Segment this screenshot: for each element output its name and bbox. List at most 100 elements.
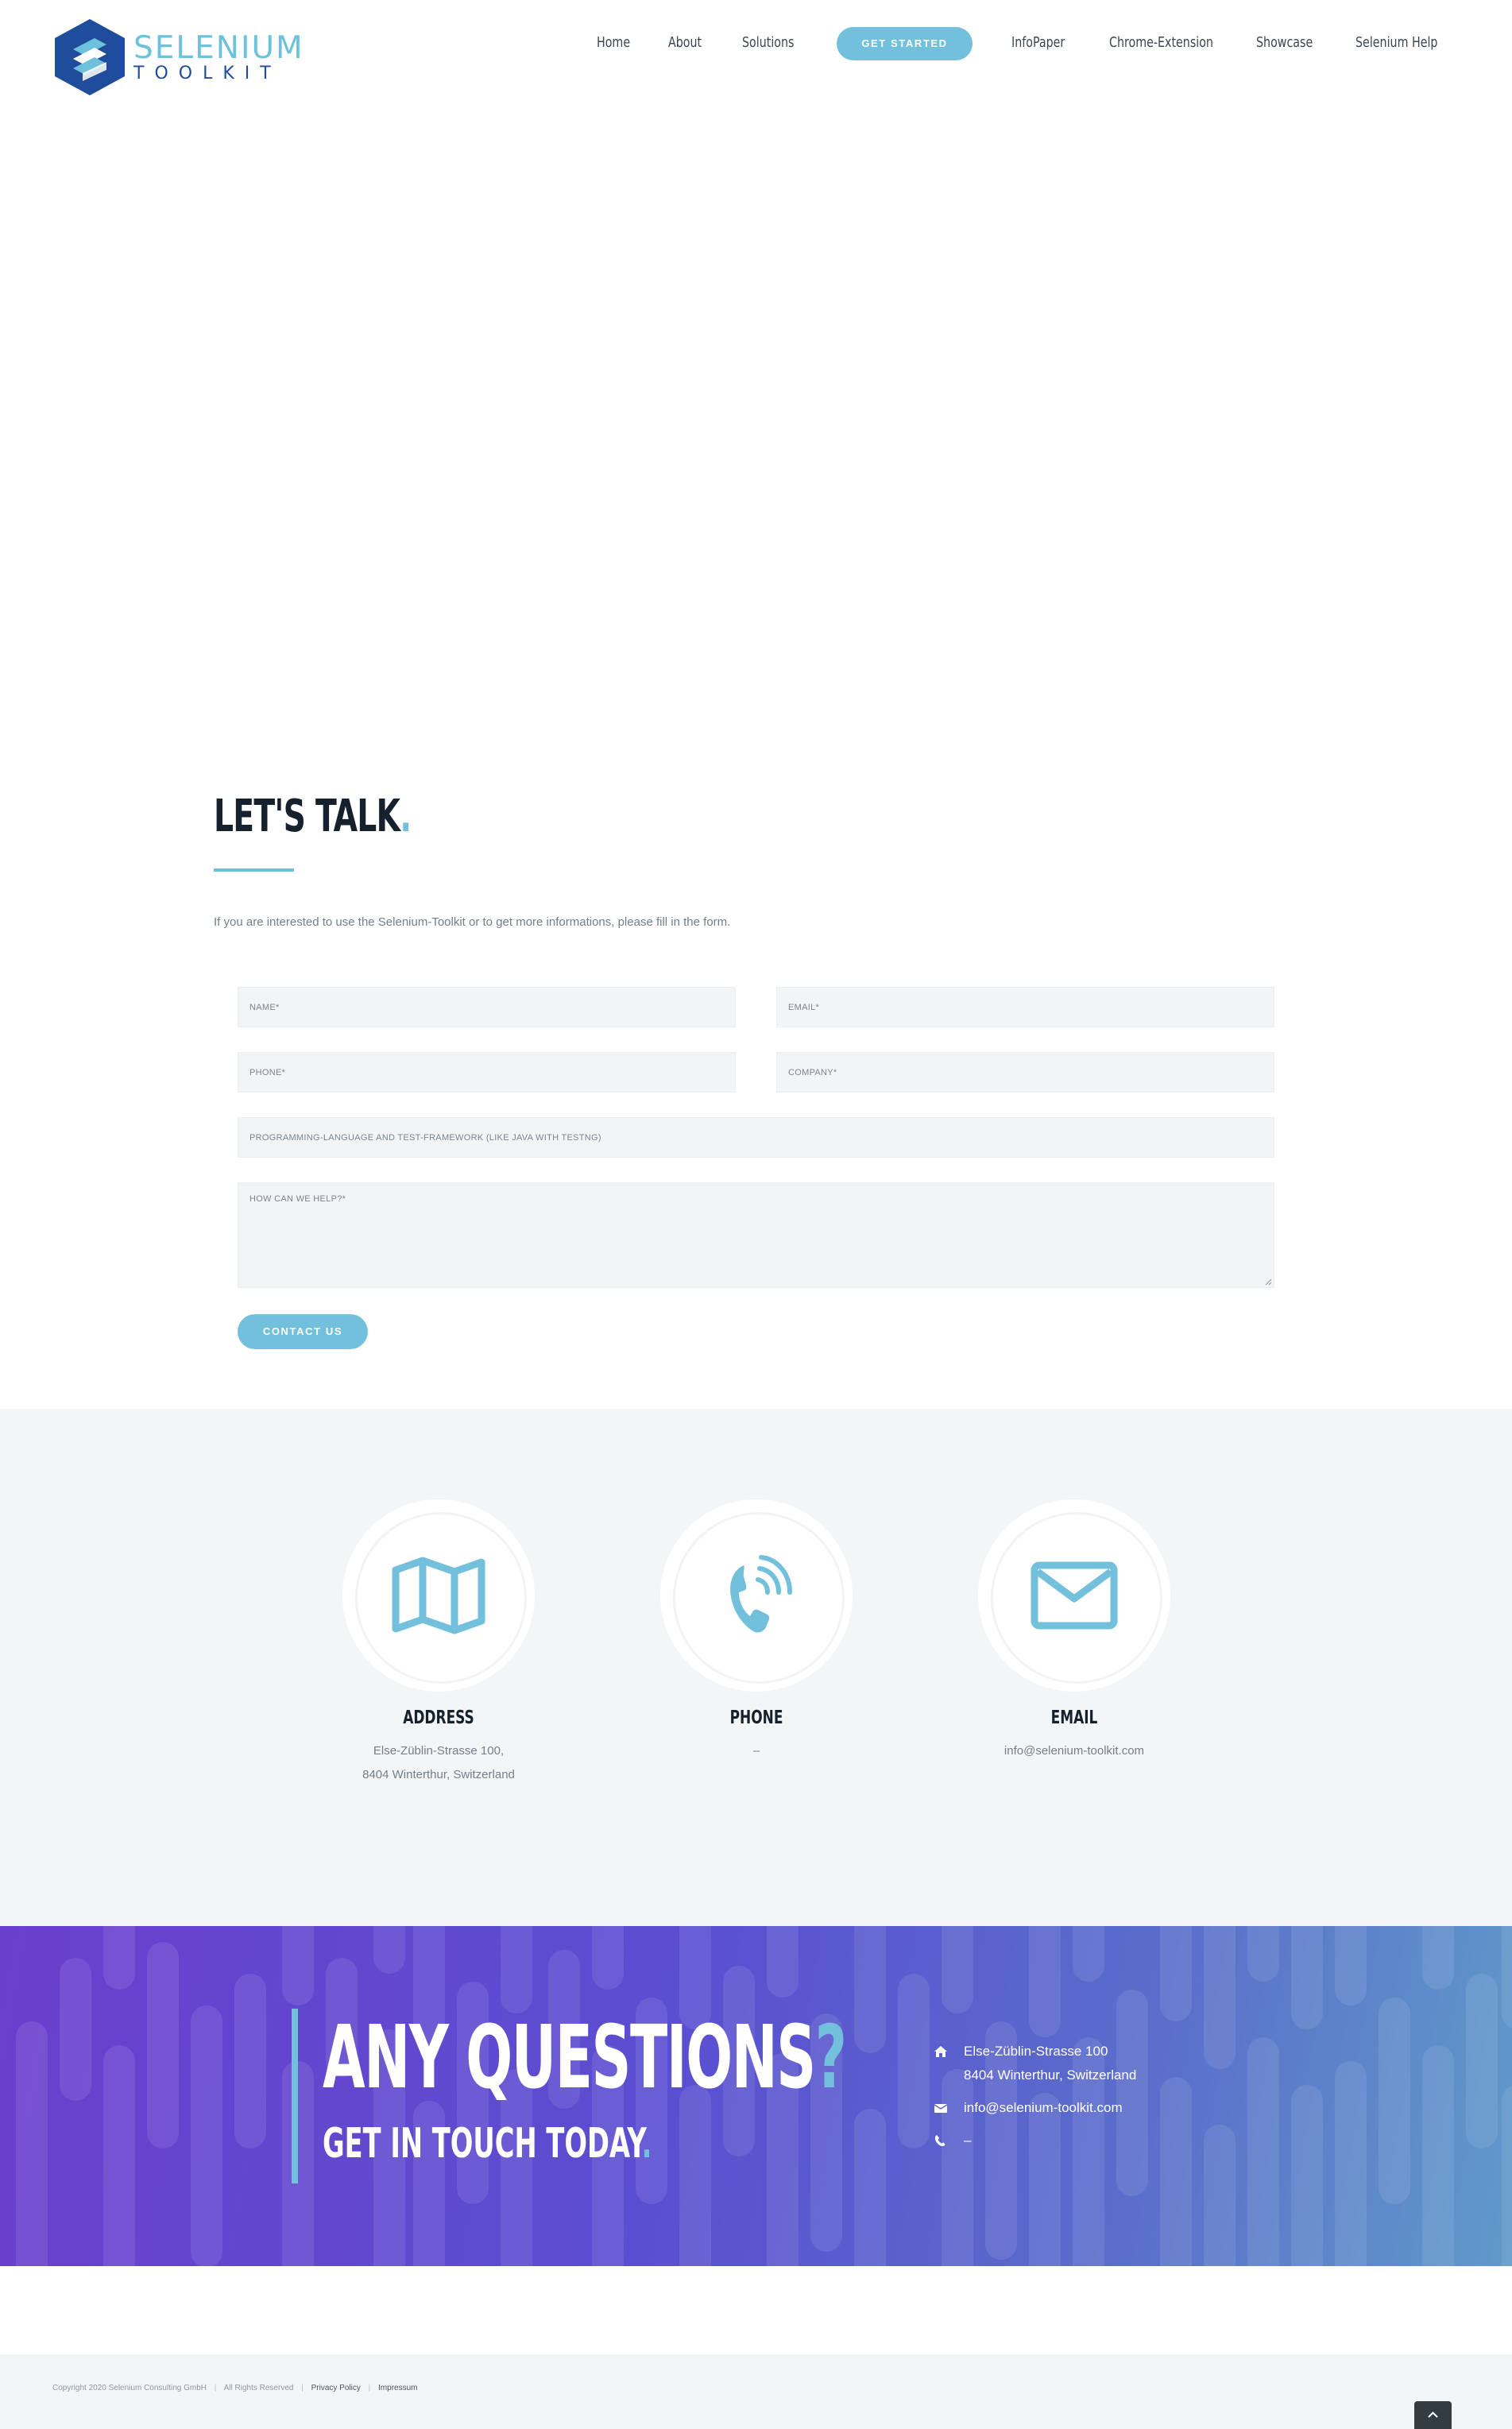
email-icon-circle (978, 1499, 1170, 1692)
banner-email-link[interactable]: info@selenium-toolkit.com (964, 2096, 1123, 2123)
email-value[interactable]: info@selenium-toolkit.com (915, 1739, 1233, 1763)
banner-pill-decoration (16, 2021, 48, 2266)
banner-pill-decoration (234, 1974, 266, 2149)
banner-pill-decoration (1335, 2061, 1367, 2266)
banner-pill-decoration (854, 1926, 886, 2053)
banner-pill-decoration (1502, 2086, 1512, 2266)
chevron-up-icon (1428, 2412, 1438, 2418)
nav-item-infopaper[interactable]: InfoPaper (1011, 27, 1065, 59)
heading-underline (214, 868, 294, 872)
phone-icon (730, 1555, 792, 1633)
phone-icon-circle (660, 1499, 853, 1692)
address-heading: ADDRESS (403, 1708, 474, 1728)
message-placeholder: HOW CAN WE HELP?* (249, 1194, 346, 1204)
nav-item-home[interactable]: Home (597, 27, 630, 59)
banner-pill-decoration (1073, 1926, 1104, 1982)
banner-phone-value: – (964, 2133, 972, 2148)
phone-placeholder: PHONE* (249, 1068, 286, 1077)
footer-copyright-line: Copyright 2020 Selenium Consulting GmbH … (52, 2384, 417, 2392)
envelope-small-icon (934, 2104, 948, 2113)
home-icon (934, 2046, 947, 2057)
banner-phone: – (934, 2129, 971, 2156)
banner-pill-decoration (898, 1974, 930, 2149)
banner-email: info@selenium-toolkit.com (934, 2096, 1123, 2123)
banner-pill-decoration (1160, 2077, 1192, 2266)
phone-block: PHONE – (597, 1499, 915, 1763)
address-line-2: 8404 Winterthur, Switzerland (362, 1768, 515, 1781)
banner-pill-decoration (1247, 2037, 1279, 2266)
copyright-text: Copyright 2020 Selenium Consulting GmbH (52, 2384, 207, 2392)
banner-pill-decoration (147, 1942, 179, 2149)
banner-pill-decoration (103, 2045, 135, 2266)
name-field[interactable]: NAME* (238, 987, 736, 1027)
heading-accent-dot: . (400, 791, 412, 842)
banner-pill-decoration (191, 2005, 222, 2266)
email-field[interactable]: EMAIL* (776, 987, 1274, 1027)
question-mark-accent: ? (814, 2006, 847, 2108)
banner-pill-decoration (1291, 1926, 1323, 2029)
banner-address-line-2: 8404 Winterthur, Switzerland (964, 2067, 1137, 2083)
message-textarea[interactable]: HOW CAN WE HELP?* (238, 1182, 1274, 1288)
get-in-touch-subheading: GET IN TOUCH TODAY. (323, 2123, 652, 2164)
banner-pill-decoration (1204, 1926, 1236, 2069)
address-block: ADDRESS Else-Züblin-Strasse 100, 8404 Wi… (280, 1499, 597, 1787)
nav-item-showcase[interactable]: Showcase (1256, 27, 1313, 59)
logo-word-toolkit: TOOLKIT (133, 63, 281, 83)
nav-item-chrome-extension[interactable]: Chrome-Extension (1109, 27, 1213, 59)
phone-heading: PHONE (729, 1708, 783, 1728)
banner-pill-decoration (679, 2085, 711, 2266)
email-placeholder: EMAIL* (788, 1003, 820, 1012)
language-placeholder: PROGRAMMING-LANGUAGE AND TEST-FRAMEWORK … (249, 1133, 601, 1143)
company-placeholder: COMPANY* (788, 1068, 837, 1077)
banner-pill-decoration (282, 2061, 314, 2266)
banner-pill-decoration (60, 1958, 91, 2101)
questions-banner: ANY QUESTIONS? GET IN TOUCH TODAY. Else-… (0, 1926, 1512, 2266)
company-field[interactable]: COMPANY* (776, 1052, 1274, 1093)
address-line-1: Else-Züblin-Strasse 100, (373, 1744, 505, 1758)
banner-accent-bar (292, 2009, 298, 2183)
site-footer: Copyright 2020 Selenium Consulting GmbH … (0, 2354, 1512, 2429)
nav-item-solutions[interactable]: Solutions (742, 27, 794, 59)
nav-item-about[interactable]: About (668, 27, 702, 59)
contact-intro: If you are interested to use the Seleniu… (214, 915, 731, 929)
get-in-touch-text: GET IN TOUCH TODAY (323, 2120, 642, 2168)
address-icon-circle (342, 1499, 535, 1692)
banner-pill-decoration (592, 1926, 624, 1990)
banner-pill-decoration (1502, 1926, 1512, 2029)
banner-pill-decoration (1422, 1926, 1454, 1990)
rights-text: All Rights Reserved (223, 2384, 294, 2392)
banner-pill-decoration (282, 1926, 314, 2005)
banner-pill-decoration (1335, 1926, 1367, 2005)
banner-pill-decoration (854, 2109, 886, 2266)
banner-pill-decoration (103, 1926, 135, 1990)
map-icon (392, 1557, 485, 1634)
get-started-button[interactable]: GET STARTED (837, 27, 973, 60)
footer-separator: | (301, 2384, 304, 2392)
language-framework-field[interactable]: PROGRAMMING-LANGUAGE AND TEST-FRAMEWORK … (238, 1117, 1274, 1158)
phone-value: – (752, 1744, 760, 1758)
banner-pill-decoration (1116, 1990, 1148, 2196)
banner-pill-decoration (1247, 1926, 1279, 1982)
banner-pill-decoration (501, 1926, 532, 2013)
banner-pill-decoration (1204, 2125, 1236, 2266)
site-header: SELENIUM TOOLKIT Home About Solutions GE… (0, 0, 1512, 95)
scroll-to-top-button[interactable] (1414, 2401, 1452, 2429)
banner-pill-decoration (1466, 1974, 1498, 2149)
nav-item-selenium-help[interactable]: Selenium Help (1355, 27, 1437, 59)
envelope-icon (1031, 1561, 1118, 1630)
email-heading: EMAIL (1050, 1708, 1098, 1728)
any-questions-heading: ANY QUESTIONS? (323, 2013, 847, 2101)
privacy-policy-link[interactable]: Privacy Policy (311, 2384, 361, 2392)
subheading-accent-dot: . (641, 2120, 652, 2168)
banner-pill-decoration (1422, 2045, 1454, 2266)
phone-field[interactable]: PHONE* (238, 1052, 736, 1093)
resize-handle-icon[interactable] (1264, 1278, 1272, 1286)
main-nav: Home About Solutions GET STARTED InfoPap… (0, 27, 1512, 60)
any-questions-text: ANY QUESTIONS (323, 2006, 816, 2108)
contact-us-button[interactable]: CONTACT US (238, 1314, 368, 1349)
banner-pill-decoration (1029, 1926, 1061, 2037)
impressum-link[interactable]: Impressum (378, 2384, 417, 2392)
banner-address: Else-Züblin-Strasse 100 8404 Winterthur,… (934, 2040, 1136, 2087)
banner-pill-decoration (373, 1926, 405, 1974)
lets-talk-text: LET'S TALK (214, 791, 400, 842)
